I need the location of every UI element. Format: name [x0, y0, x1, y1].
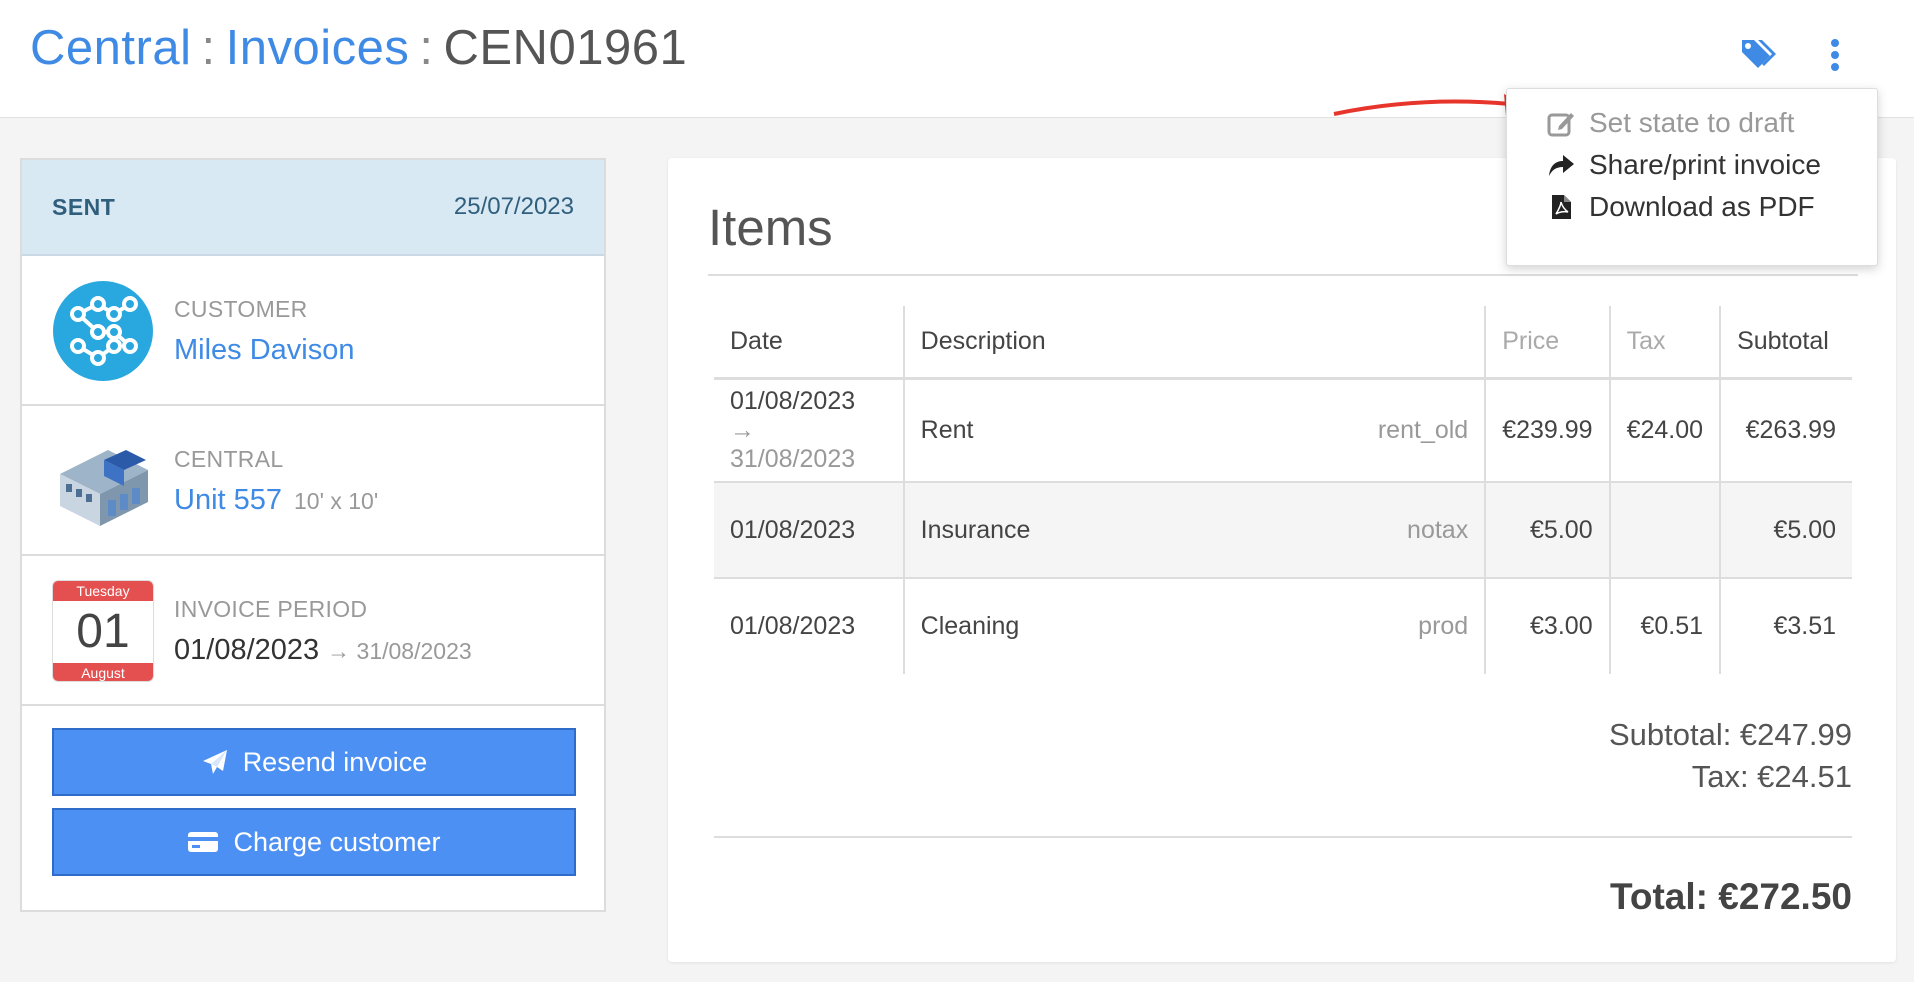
location-label: CENTRAL — [174, 446, 284, 472]
table-row: 01/08/2023 Insurance notax €5.00 €5.00 — [714, 482, 1852, 579]
menu-item-label: Download as PDF — [1589, 191, 1815, 222]
item-code: notax — [1407, 515, 1469, 544]
period-label: INVOICE PERIOD — [174, 596, 368, 622]
row-tax: €24.00 — [1608, 378, 1721, 483]
charge-customer-button[interactable]: Charge customer — [52, 808, 576, 876]
menu-item-label: Share/print invoice — [1589, 149, 1821, 180]
column-header-date: Date — [714, 306, 904, 380]
calendar-day: 01 — [76, 605, 130, 658]
items-table: Date Description Price Tax Subtotal 01/0… — [714, 306, 1852, 674]
unit-link[interactable]: Unit 557 — [174, 484, 282, 516]
period-start: 01/08/2023 — [174, 634, 320, 666]
more-options-icon[interactable] — [1828, 36, 1842, 74]
row-tax — [1608, 482, 1721, 579]
menu-item-set-draft[interactable]: Set state to draft — [1547, 107, 1794, 139]
menu-item-download-pdf[interactable]: Download as PDF — [1547, 191, 1815, 223]
item-name: Cleaning — [920, 612, 1020, 640]
building-icon — [60, 450, 148, 526]
column-header-subtotal: Subtotal — [1719, 306, 1852, 380]
customer-logo-icon — [53, 281, 153, 381]
unit-info: Unit 557 10' x 10' — [174, 484, 378, 517]
row-description: Cleaning prod — [902, 578, 1486, 674]
calendar-weekday: Tuesday — [53, 581, 153, 601]
customer-name-link[interactable]: Miles Davison — [174, 334, 355, 367]
row-description: Rent rent_old — [902, 378, 1486, 483]
paper-plane-icon — [202, 750, 227, 774]
row-subtotal: €3.51 — [1719, 578, 1852, 674]
row-date: 01/08/2023 — [730, 612, 856, 640]
period-row: Tuesday 01 August INVOICE PERIOD 01/08/2… — [22, 556, 604, 706]
items-title: Items — [708, 199, 833, 256]
row-date: 01/08/2023 — [714, 482, 904, 579]
row-subtotal: €5.00 — [1719, 482, 1852, 579]
breadcrumb-central[interactable]: Central — [30, 21, 191, 75]
totals-summary: Subtotal: €247.99 Tax: €24.51 — [1609, 714, 1852, 798]
row-price: €3.00 — [1484, 578, 1610, 674]
period-value: 01/08/2023 → 31/08/2023 — [174, 634, 472, 667]
row-price: €239.99 — [1484, 378, 1610, 483]
breadcrumb: Central: Invoices: CEN01961 — [30, 20, 687, 76]
item-name: Rent — [920, 415, 974, 444]
actions-dropdown-menu: Set state to draft Share/print invoice D… — [1506, 88, 1878, 266]
grand-total: Total: €272.50 — [1610, 876, 1852, 917]
calendar-month: August — [53, 663, 153, 681]
breadcrumb-invoices[interactable]: Invoices — [226, 21, 410, 75]
table-row: 01/08/2023 → 31/08/2023 Rent rent_old €239… — [714, 378, 1852, 483]
status-bar: SENT 25/07/2023 — [22, 160, 604, 256]
row-date-end: → 31/08/2023 — [730, 415, 856, 473]
breadcrumb-separator: : — [419, 21, 434, 75]
row-tax: €0.51 — [1608, 578, 1721, 674]
row-date-start: 01/08/2023 — [730, 386, 856, 415]
breadcrumb-current: CEN01961 — [443, 21, 688, 75]
item-code: rent_old — [1377, 415, 1469, 444]
menu-item-label: Set state to draft — [1589, 107, 1795, 138]
location-row: CENTRAL Unit 557 10' x 10' — [22, 406, 604, 556]
items-card: Items Date Description Price Tax Subtota… — [668, 158, 1896, 962]
resend-invoice-button[interactable]: Resend invoice — [52, 728, 576, 796]
period-end: → 31/08/2023 — [327, 638, 472, 664]
charge-customer-label: Charge customer — [233, 826, 441, 857]
item-name: Insurance — [920, 515, 1031, 544]
row-price: €5.00 — [1484, 482, 1610, 579]
title-divider — [708, 274, 1858, 276]
customer-row: CUSTOMER Miles Davison — [22, 256, 604, 406]
tax-amount: Tax: €24.51 — [1691, 759, 1852, 794]
table-row: 01/08/2023 Cleaning prod €3.00 €0.51 €3.5… — [714, 578, 1852, 674]
menu-item-share-print[interactable]: Share/print invoice — [1547, 149, 1821, 181]
totals-divider — [714, 836, 1852, 838]
column-header-tax: Tax — [1608, 306, 1721, 380]
subtotal-amount: Subtotal: €247.99 — [1608, 717, 1852, 752]
invoice-summary-panel: SENT 25/07/2023 CUSTOMER Miles Davison C… — [20, 158, 606, 912]
annotation-arrow-icon — [1333, 94, 1526, 116]
unit-size: 10' x 10' — [294, 488, 379, 514]
item-code: prod — [1418, 612, 1469, 640]
pdf-icon — [1552, 195, 1571, 219]
credit-card-icon — [188, 832, 219, 852]
resend-invoice-label: Resend invoice — [242, 746, 428, 777]
status-date: 25/07/2023 — [453, 193, 574, 220]
row-description: Insurance notax — [902, 482, 1486, 579]
breadcrumb-separator: : — [201, 21, 216, 75]
calendar-icon: Tuesday 01 August — [52, 580, 154, 682]
column-header-description: Description — [902, 306, 1486, 380]
row-subtotal: €263.99 — [1719, 378, 1852, 483]
status-badge: SENT — [52, 193, 116, 220]
customer-label: CUSTOMER — [174, 296, 308, 322]
row-date: 01/08/2023 → 31/08/2023 — [714, 378, 904, 483]
column-header-price: Price — [1484, 306, 1610, 380]
share-icon — [1549, 155, 1574, 176]
tags-icon[interactable] — [1740, 36, 1778, 74]
edit-icon — [1547, 113, 1574, 137]
table-header-row: Date Description Price Tax Subtotal — [714, 306, 1852, 380]
